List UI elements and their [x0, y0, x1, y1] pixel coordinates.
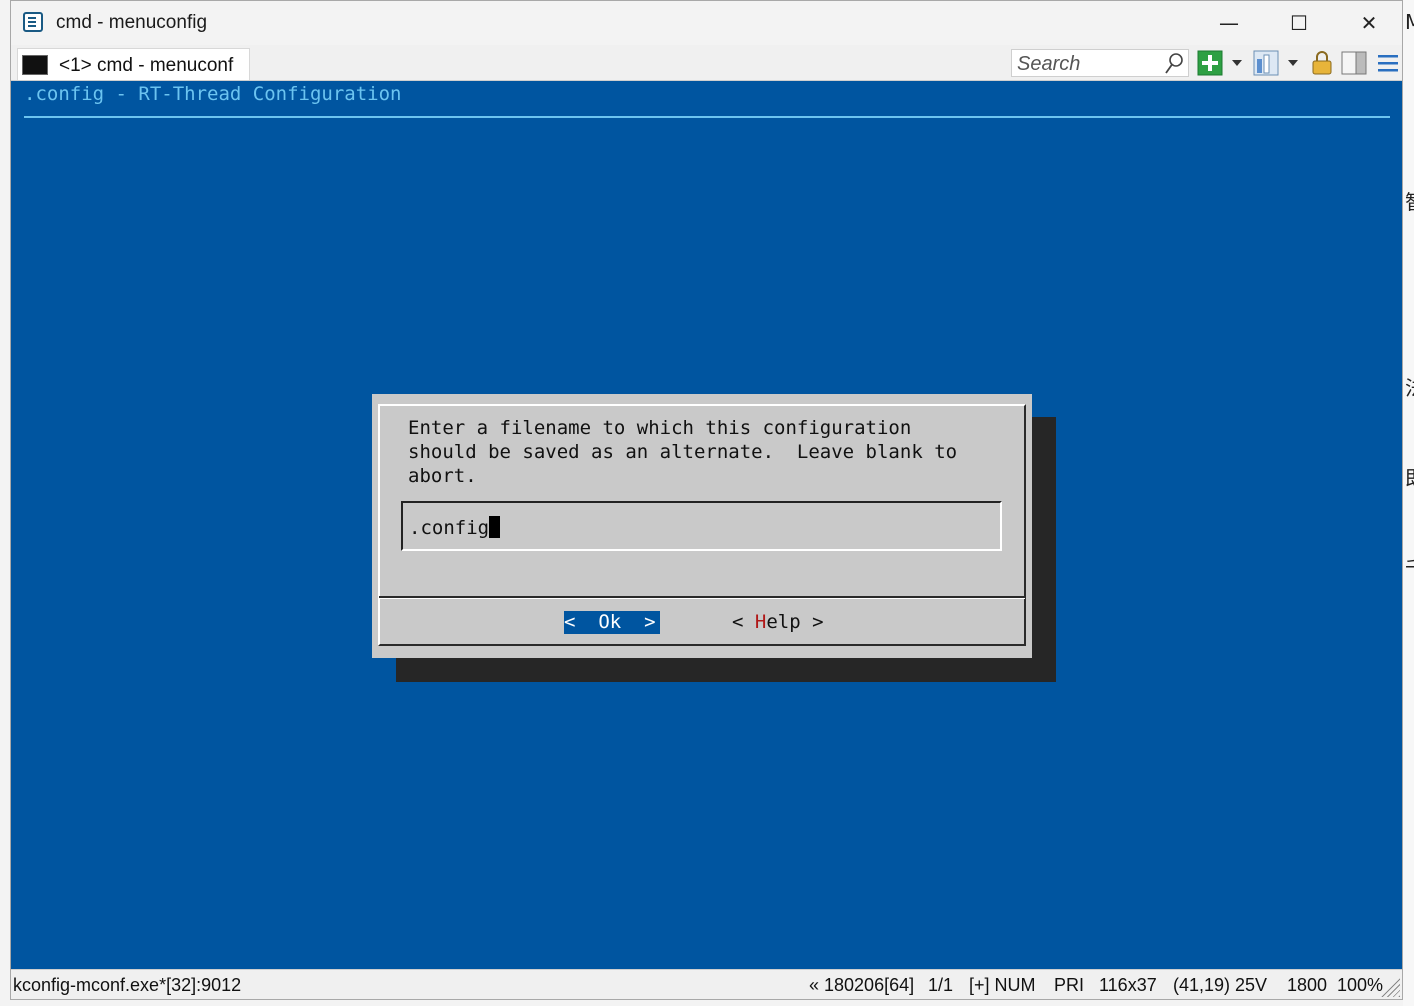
- save-as-dialog: Enter a filename to which this configura…: [372, 394, 1032, 658]
- dialog-text-line: should be saved as an alternate. Leave b…: [408, 441, 958, 463]
- new-console-icon[interactable]: [1197, 50, 1223, 76]
- status-process[interactable]: kconfig-mconf.exe*[32]:9012: [13, 975, 241, 996]
- conemu-window: cmd - menuconfig — ☐ ✕ <1> cmd - menucon…: [10, 0, 1403, 1000]
- ok-button[interactable]: < Ok >: [564, 611, 660, 634]
- split-panel-icon[interactable]: [1341, 50, 1367, 76]
- search-input[interactable]: Search: [1011, 49, 1189, 77]
- help-hotkey: H: [754, 611, 767, 633]
- tab-console-1[interactable]: <1> cmd - menuconf: [17, 48, 250, 80]
- background-app-strip: M 智 法 即 千: [1403, 0, 1414, 1006]
- menu-icon[interactable]: [1375, 50, 1401, 76]
- background-char: 智: [1405, 186, 1414, 215]
- console-tab-icon: [22, 55, 48, 75]
- background-char: 即: [1405, 462, 1414, 491]
- background-char: 法: [1405, 372, 1414, 401]
- terminal-area[interactable]: .config - RT-Thread Configuration Enter …: [11, 81, 1402, 969]
- background-char: 千: [1405, 552, 1414, 581]
- filename-input-value: .config: [409, 516, 501, 539]
- header-divider: [24, 116, 1390, 118]
- status-priority[interactable]: PRI: [1054, 975, 1084, 996]
- menuconfig-header: .config - RT-Thread Configuration: [24, 83, 402, 105]
- dialog-text-line: Enter a filename to which this configura…: [408, 417, 912, 439]
- title-bar[interactable]: cmd - menuconfig — ☐ ✕: [11, 1, 1402, 45]
- tab-label: <1> cmd - menuconf: [59, 55, 234, 76]
- status-cursor-pos[interactable]: (41,19) 25V: [1173, 975, 1267, 996]
- search-placeholder: Search: [1017, 53, 1081, 75]
- search-icon[interactable]: [1164, 52, 1184, 76]
- chevron-down-icon[interactable]: [1232, 60, 1242, 66]
- status-zoom[interactable]: 100%: [1337, 975, 1383, 996]
- chevron-down-icon[interactable]: [1288, 60, 1298, 66]
- window-title: cmd - menuconfig: [56, 12, 208, 33]
- status-buffer[interactable]: « 180206[64]: [809, 975, 914, 996]
- view-icon[interactable]: [1253, 50, 1279, 76]
- filename-input[interactable]: .config: [401, 501, 1002, 551]
- maximize-button[interactable]: ☐: [1264, 1, 1334, 45]
- text-cursor: [489, 516, 501, 538]
- background-char: M: [1405, 10, 1414, 34]
- close-button[interactable]: ✕: [1334, 1, 1404, 45]
- dialog-separator: [379, 596, 1025, 599]
- status-size[interactable]: 116x37: [1099, 975, 1157, 996]
- status-num-lock[interactable]: [+] NUM: [969, 975, 1036, 996]
- tab-bar: <1> cmd - menuconf Search: [11, 45, 1402, 81]
- cmd-app-icon[interactable]: [23, 12, 43, 32]
- status-bar: kconfig-mconf.exe*[32]:9012 « 180206[64]…: [11, 969, 1402, 999]
- dialog-text-line: abort.: [408, 465, 477, 487]
- status-console-index[interactable]: 1/1: [928, 975, 953, 996]
- minimize-button[interactable]: —: [1194, 1, 1264, 45]
- status-code[interactable]: 1800: [1287, 975, 1327, 996]
- help-button[interactable]: < Help >: [732, 611, 824, 633]
- lock-icon[interactable]: [1309, 50, 1335, 76]
